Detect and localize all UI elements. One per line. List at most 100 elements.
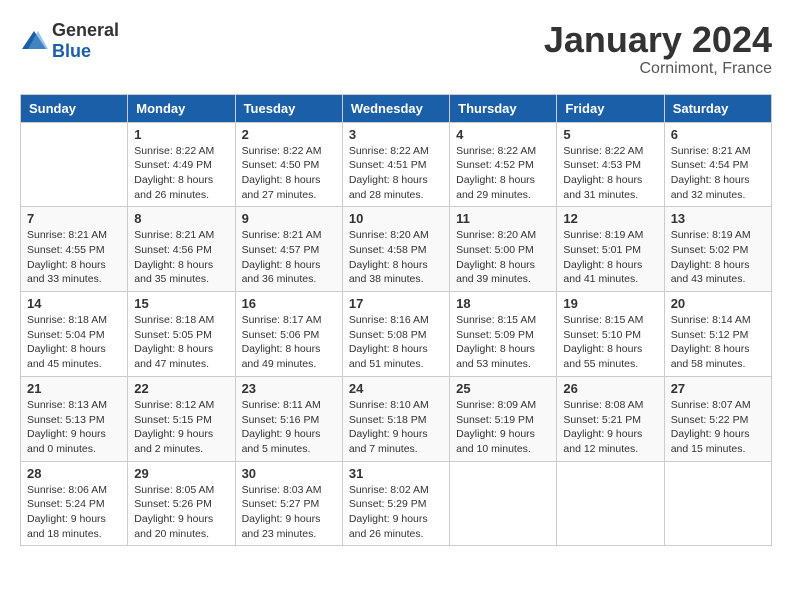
calendar-week-row: 21Sunrise: 8:13 AM Sunset: 5:13 PM Dayli… [21, 376, 772, 461]
day-number: 4 [456, 127, 550, 142]
day-number: 9 [242, 211, 336, 226]
calendar-cell: 31 Sunrise: 8:02 AM Sunset: 5:29 PM Dayli… [342, 461, 449, 546]
day-number: 15 [134, 296, 228, 311]
logo-text: General Blue [52, 20, 119, 62]
day-info: Sunrise: 8:17 AM Sunset: 5:06 PM Dayligh… [242, 313, 336, 372]
page-header: General Blue January 2024 Cornimont, Fra… [20, 20, 772, 78]
day-info: Sunrise: 8:22 AM Sunset: 4:51 PM Dayligh… [349, 144, 443, 203]
calendar-cell: 28Sunrise: 8:06 AM Sunset: 5:24 PM Dayli… [21, 461, 128, 546]
day-number: 29 [134, 466, 228, 481]
day-number: 13 [671, 211, 765, 226]
day-info: Sunrise: 8:03 AM Sunset: 5:27 PM Dayligh… [242, 483, 336, 542]
day-number: 23 [242, 381, 336, 396]
calendar-cell: 13 Sunrise: 8:19 AM Sunset: 5:02 PM Dayli… [664, 207, 771, 292]
logo-icon [20, 27, 48, 55]
day-number: 17 [349, 296, 443, 311]
logo-general: General [52, 20, 119, 40]
column-header-friday: Friday [557, 94, 664, 122]
calendar-cell: 15 Sunrise: 8:18 AM Sunset: 5:05 PM Dayli… [128, 292, 235, 377]
calendar-cell [664, 461, 771, 546]
calendar-header-row: SundayMondayTuesdayWednesdayThursdayFrid… [21, 94, 772, 122]
calendar-cell: 23 Sunrise: 8:11 AM Sunset: 5:16 PM Dayli… [235, 376, 342, 461]
calendar-cell: 22 Sunrise: 8:12 AM Sunset: 5:15 PM Dayli… [128, 376, 235, 461]
day-info: Sunrise: 8:20 AM Sunset: 5:00 PM Dayligh… [456, 228, 550, 287]
calendar-table: SundayMondayTuesdayWednesdayThursdayFrid… [20, 94, 772, 547]
day-number: 6 [671, 127, 765, 142]
day-info: Sunrise: 8:12 AM Sunset: 5:15 PM Dayligh… [134, 398, 228, 457]
day-info: Sunrise: 8:07 AM Sunset: 5:22 PM Dayligh… [671, 398, 765, 457]
day-info: Sunrise: 8:18 AM Sunset: 5:05 PM Dayligh… [134, 313, 228, 372]
logo-blue: Blue [52, 41, 91, 61]
day-number: 18 [456, 296, 550, 311]
calendar-cell: 16 Sunrise: 8:17 AM Sunset: 5:06 PM Dayli… [235, 292, 342, 377]
day-info: Sunrise: 8:22 AM Sunset: 4:52 PM Dayligh… [456, 144, 550, 203]
calendar-cell: 5 Sunrise: 8:22 AM Sunset: 4:53 PM Daylig… [557, 122, 664, 207]
day-number: 5 [563, 127, 657, 142]
calendar-cell: 29Sunrise: 8:05 AM Sunset: 5:26 PM Dayli… [128, 461, 235, 546]
day-info: Sunrise: 8:14 AM Sunset: 5:12 PM Dayligh… [671, 313, 765, 372]
calendar-cell: 1 Sunrise: 8:22 AM Sunset: 4:49 PM Daylig… [128, 122, 235, 207]
calendar-cell: 24Sunrise: 8:10 AM Sunset: 5:18 PM Dayli… [342, 376, 449, 461]
day-number: 10 [349, 211, 443, 226]
day-info: Sunrise: 8:10 AM Sunset: 5:18 PM Dayligh… [349, 398, 443, 457]
day-info: Sunrise: 8:16 AM Sunset: 5:08 PM Dayligh… [349, 313, 443, 372]
calendar-cell: 30 Sunrise: 8:03 AM Sunset: 5:27 PM Dayli… [235, 461, 342, 546]
calendar-cell: 26 Sunrise: 8:08 AM Sunset: 5:21 PM Dayli… [557, 376, 664, 461]
calendar-cell: 27 Sunrise: 8:07 AM Sunset: 5:22 PM Dayli… [664, 376, 771, 461]
calendar-cell: 12 Sunrise: 8:19 AM Sunset: 5:01 PM Dayli… [557, 207, 664, 292]
calendar-cell: 4 Sunrise: 8:22 AM Sunset: 4:52 PM Daylig… [450, 122, 557, 207]
day-info: Sunrise: 8:02 AM Sunset: 5:29 PM Dayligh… [349, 483, 443, 542]
day-info: Sunrise: 8:21 AM Sunset: 4:56 PM Dayligh… [134, 228, 228, 287]
logo: General Blue [20, 20, 119, 62]
calendar-week-row: 14 Sunrise: 8:18 AM Sunset: 5:04 PM Dayli… [21, 292, 772, 377]
day-info: Sunrise: 8:19 AM Sunset: 5:01 PM Dayligh… [563, 228, 657, 287]
day-info: Sunrise: 8:20 AM Sunset: 4:58 PM Dayligh… [349, 228, 443, 287]
day-number: 31 [349, 466, 443, 481]
day-number: 27 [671, 381, 765, 396]
day-number: 20 [671, 296, 765, 311]
calendar-cell: 9Sunrise: 8:21 AM Sunset: 4:57 PM Daylig… [235, 207, 342, 292]
calendar-week-row: 1 Sunrise: 8:22 AM Sunset: 4:49 PM Daylig… [21, 122, 772, 207]
day-info: Sunrise: 8:21 AM Sunset: 4:54 PM Dayligh… [671, 144, 765, 203]
column-header-wednesday: Wednesday [342, 94, 449, 122]
column-header-tuesday: Tuesday [235, 94, 342, 122]
day-info: Sunrise: 8:08 AM Sunset: 5:21 PM Dayligh… [563, 398, 657, 457]
day-info: Sunrise: 8:22 AM Sunset: 4:53 PM Dayligh… [563, 144, 657, 203]
day-number: 26 [563, 381, 657, 396]
column-header-monday: Monday [128, 94, 235, 122]
day-number: 22 [134, 381, 228, 396]
calendar-cell: 7 Sunrise: 8:21 AM Sunset: 4:55 PM Daylig… [21, 207, 128, 292]
calendar-cell: 2 Sunrise: 8:22 AM Sunset: 4:50 PM Daylig… [235, 122, 342, 207]
day-number: 11 [456, 211, 550, 226]
calendar-cell: 3 Sunrise: 8:22 AM Sunset: 4:51 PM Daylig… [342, 122, 449, 207]
day-info: Sunrise: 8:15 AM Sunset: 5:09 PM Dayligh… [456, 313, 550, 372]
day-number: 12 [563, 211, 657, 226]
day-number: 30 [242, 466, 336, 481]
calendar-cell: 21Sunrise: 8:13 AM Sunset: 5:13 PM Dayli… [21, 376, 128, 461]
day-info: Sunrise: 8:21 AM Sunset: 4:55 PM Dayligh… [27, 228, 121, 287]
day-info: Sunrise: 8:11 AM Sunset: 5:16 PM Dayligh… [242, 398, 336, 457]
day-info: Sunrise: 8:13 AM Sunset: 5:13 PM Dayligh… [27, 398, 121, 457]
month-title: January 2024 [544, 20, 772, 60]
day-info: Sunrise: 8:15 AM Sunset: 5:10 PM Dayligh… [563, 313, 657, 372]
day-number: 28 [27, 466, 121, 481]
day-number: 16 [242, 296, 336, 311]
day-number: 14 [27, 296, 121, 311]
calendar-cell: 18 Sunrise: 8:15 AM Sunset: 5:09 PM Dayli… [450, 292, 557, 377]
calendar-cell: 11 Sunrise: 8:20 AM Sunset: 5:00 PM Dayli… [450, 207, 557, 292]
day-info: Sunrise: 8:18 AM Sunset: 5:04 PM Dayligh… [27, 313, 121, 372]
day-number: 3 [349, 127, 443, 142]
title-block: January 2024 Cornimont, France [544, 20, 772, 78]
day-number: 1 [134, 127, 228, 142]
location: Cornimont, France [544, 60, 772, 78]
calendar-cell: 19Sunrise: 8:15 AM Sunset: 5:10 PM Dayli… [557, 292, 664, 377]
day-number: 2 [242, 127, 336, 142]
day-info: Sunrise: 8:22 AM Sunset: 4:49 PM Dayligh… [134, 144, 228, 203]
calendar-cell: 6 Sunrise: 8:21 AM Sunset: 4:54 PM Daylig… [664, 122, 771, 207]
calendar-cell: 20 Sunrise: 8:14 AM Sunset: 5:12 PM Dayli… [664, 292, 771, 377]
column-header-sunday: Sunday [21, 94, 128, 122]
day-number: 7 [27, 211, 121, 226]
calendar-cell: 17 Sunrise: 8:16 AM Sunset: 5:08 PM Dayli… [342, 292, 449, 377]
day-info: Sunrise: 8:22 AM Sunset: 4:50 PM Dayligh… [242, 144, 336, 203]
day-info: Sunrise: 8:19 AM Sunset: 5:02 PM Dayligh… [671, 228, 765, 287]
